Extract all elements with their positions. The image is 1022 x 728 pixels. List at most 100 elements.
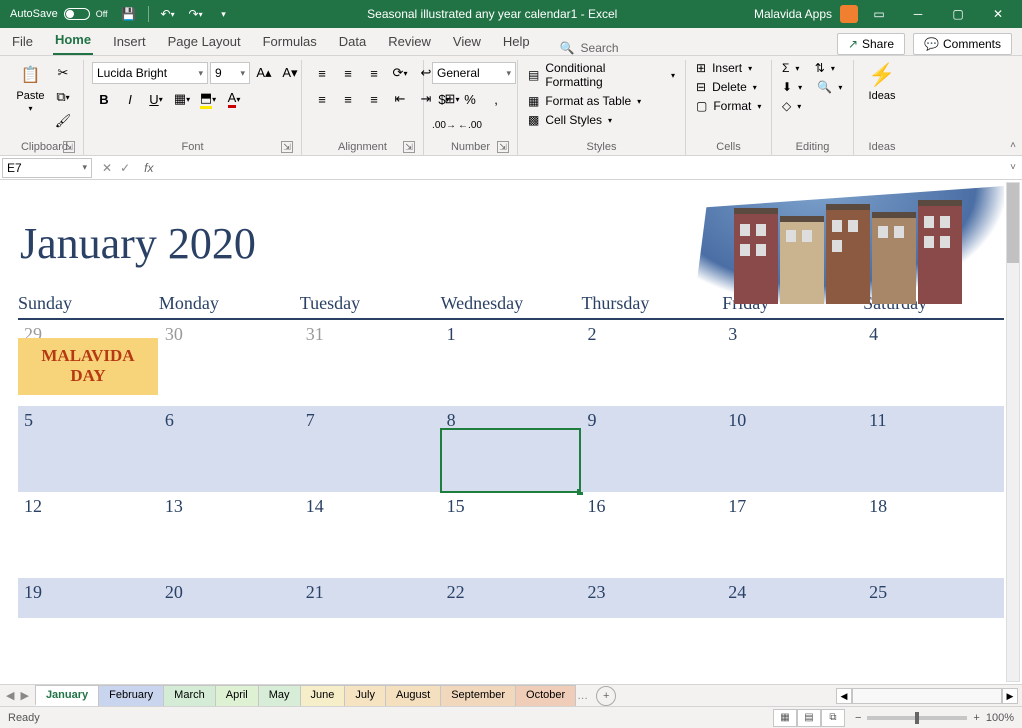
zoom-out-icon[interactable]: − — [855, 712, 861, 724]
redo-icon[interactable]: ↷▾ — [183, 1, 209, 27]
number-format-combo[interactable]: General▾ — [432, 62, 516, 84]
calendar-cell[interactable]: 15 — [441, 492, 582, 578]
ideas-button[interactable]: ⚡ Ideas — [862, 62, 902, 102]
tab-home[interactable]: Home — [53, 28, 93, 55]
maximize-icon[interactable]: ▢ — [938, 0, 978, 28]
fx-icon[interactable]: fx — [138, 161, 159, 175]
sheet-tab-august[interactable]: August — [385, 685, 441, 706]
decrease-font-icon[interactable]: A▾ — [278, 62, 302, 84]
save-icon[interactable]: 💾 — [116, 1, 142, 27]
delete-cells-button[interactable]: ⊟Delete▾ — [694, 79, 759, 95]
tab-scroll-left-icon[interactable]: ◀ — [4, 689, 16, 702]
sheet-tab-march[interactable]: March — [163, 685, 216, 706]
format-as-table-button[interactable]: ▦Format as Table▾ — [526, 93, 643, 109]
calendar-cell[interactable]: 29MALAVIDADAY — [18, 320, 159, 406]
zoom-slider[interactable] — [867, 716, 967, 720]
fill-color-icon[interactable]: ⬒▾ — [196, 88, 220, 110]
comments-button[interactable]: 💬Comments — [913, 33, 1012, 55]
calendar-grid[interactable]: 29MALAVIDADAY303112345678910111213141516… — [18, 320, 1004, 618]
align-left-icon[interactable]: ≡ — [310, 88, 334, 110]
calendar-cell[interactable]: 7 — [300, 406, 441, 492]
tab-page-layout[interactable]: Page Layout — [166, 30, 243, 55]
tab-insert[interactable]: Insert — [111, 30, 148, 55]
font-color-icon[interactable]: A▾ — [222, 88, 246, 110]
copy-icon[interactable]: ⧉▾ — [51, 86, 75, 108]
tab-view[interactable]: View — [451, 30, 483, 55]
align-center-icon[interactable]: ≡ — [336, 88, 360, 110]
conditional-formatting-button[interactable]: ▤Conditional Formatting▾ — [526, 60, 677, 90]
close-icon[interactable]: ✕ — [978, 0, 1018, 28]
paste-button[interactable]: 📋 Paste ▾ — [14, 62, 47, 113]
underline-icon[interactable]: U▾ — [144, 88, 168, 110]
collapse-ribbon-icon[interactable]: ˄ — [1010, 140, 1016, 151]
sheet-tab-january[interactable]: January — [35, 685, 99, 706]
align-right-icon[interactable]: ≡ — [362, 88, 386, 110]
alignment-dialog-icon[interactable]: ⇲ — [403, 141, 415, 153]
comma-icon[interactable]: , — [484, 88, 508, 110]
format-painter-icon[interactable]: 🖌 — [51, 110, 75, 132]
page-break-view-icon[interactable]: ⧉ — [821, 709, 845, 727]
calendar-cell[interactable]: 20 — [159, 578, 300, 618]
clipboard-dialog-icon[interactable]: ⇲ — [63, 141, 75, 153]
insert-cells-button[interactable]: ⊞Insert▾ — [694, 60, 754, 76]
tab-scroll-right-icon[interactable]: ▶ — [18, 689, 30, 702]
zoom-in-icon[interactable]: + — [973, 712, 979, 724]
tab-data[interactable]: Data — [337, 30, 368, 55]
calendar-cell[interactable]: 14 — [300, 492, 441, 578]
calendar-cell[interactable]: 19 — [18, 578, 159, 618]
formula-input[interactable] — [159, 158, 1004, 178]
new-sheet-icon[interactable]: + — [596, 686, 616, 706]
calendar-cell[interactable]: 31 — [300, 320, 441, 406]
format-cells-button[interactable]: ▢Format▾ — [694, 98, 763, 114]
increase-decimal-icon[interactable]: .00→ — [432, 114, 456, 136]
ribbon-display-icon[interactable]: ▭ — [866, 1, 892, 27]
font-size-combo[interactable]: 9▾ — [210, 62, 250, 84]
cell-styles-button[interactable]: ▩Cell Styles▾ — [526, 112, 614, 128]
tell-me-search[interactable]: 🔍 Search — [560, 41, 619, 55]
undo-icon[interactable]: ↶▾ — [155, 1, 181, 27]
align-bottom-icon[interactable]: ≡ — [362, 62, 386, 84]
calendar-cell[interactable]: 1 — [441, 320, 582, 406]
increase-font-icon[interactable]: A▴ — [252, 62, 276, 84]
font-dialog-icon[interactable]: ⇲ — [281, 141, 293, 153]
minimize-icon[interactable]: ─ — [898, 0, 938, 28]
calendar-cell[interactable]: 12 — [18, 492, 159, 578]
calendar-cell[interactable]: 9 — [581, 406, 722, 492]
tab-formulas[interactable]: Formulas — [261, 30, 319, 55]
addin-label[interactable]: Malavida Apps — [754, 7, 832, 21]
italic-icon[interactable]: I — [118, 88, 142, 110]
expand-formula-bar-icon[interactable]: ˅ — [1004, 162, 1022, 173]
sheet-tab-june[interactable]: June — [300, 685, 346, 706]
share-button[interactable]: ↗Share — [837, 33, 905, 55]
enter-formula-icon[interactable]: ✓ — [120, 161, 130, 175]
find-icon[interactable]: 🔍 — [817, 80, 832, 94]
calendar-cell[interactable]: 10 — [722, 406, 863, 492]
sheet-tab-february[interactable]: February — [98, 685, 164, 706]
tab-review[interactable]: Review — [386, 30, 433, 55]
tab-overflow-icon[interactable]: … — [575, 690, 590, 702]
sheet-tab-may[interactable]: May — [258, 685, 301, 706]
page-layout-view-icon[interactable]: ▤ — [797, 709, 821, 727]
decrease-decimal-icon[interactable]: ←.00 — [458, 114, 482, 136]
calendar-event[interactable]: MALAVIDADAY — [18, 338, 158, 395]
cut-icon[interactable]: ✂ — [51, 62, 75, 84]
autosave-toggle[interactable]: AutoSave Off — [4, 8, 114, 20]
worksheet-area[interactable]: January 2020 Sunday Monday Tuesday Wedne… — [0, 180, 1022, 684]
calendar-cell[interactable]: 17 — [722, 492, 863, 578]
calendar-cell[interactable]: 18 — [863, 492, 1004, 578]
calendar-cell[interactable]: 13 — [159, 492, 300, 578]
horizontal-scrollbar[interactable]: ◀▶ — [832, 688, 1022, 704]
name-box[interactable]: E7▾ — [2, 158, 92, 178]
calendar-cell[interactable]: 30 — [159, 320, 300, 406]
calendar-cell[interactable]: 21 — [300, 578, 441, 618]
calendar-cell[interactable]: 25 — [863, 578, 1004, 618]
sheet-tab-july[interactable]: July — [344, 685, 386, 706]
calendar-cell[interactable]: 11 — [863, 406, 1004, 492]
fill-button[interactable]: ⬇▾ 🔍▾ — [780, 79, 844, 95]
decrease-indent-icon[interactable]: ⇤ — [388, 88, 412, 110]
orientation-icon[interactable]: ⟳▾ — [388, 62, 412, 84]
calendar-cell[interactable]: 22 — [441, 578, 582, 618]
autosum-button[interactable]: Σ▾ ⇅▾ — [780, 60, 837, 76]
calendar-cell[interactable]: 2 — [581, 320, 722, 406]
calendar-cell[interactable]: 8 — [441, 406, 582, 492]
